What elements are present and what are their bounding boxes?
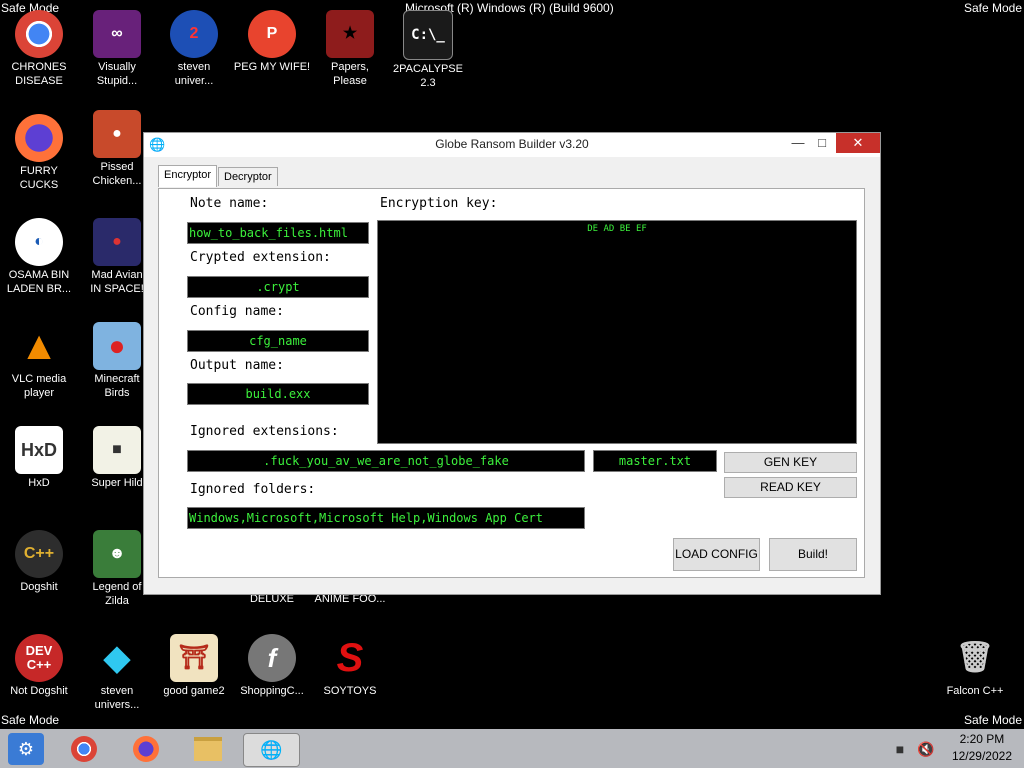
build-button[interactable]: Build!: [769, 538, 857, 571]
terminal-icon: C:\_: [403, 10, 453, 60]
note-name-label: Note name:: [190, 196, 269, 211]
desktop-icon-label: PEG MY WIFE!: [233, 61, 311, 73]
master-file-input[interactable]: master.txt: [593, 450, 717, 472]
safe-mode-bottom-right: Safe Mode: [963, 713, 1022, 727]
game-icon: ■: [93, 426, 141, 474]
crypted-extension-input[interactable]: .crypt: [187, 276, 369, 298]
clock-time: 2:20 PM: [959, 732, 1005, 746]
tab-encryptor[interactable]: Encryptor: [158, 165, 218, 187]
desktop-icon-peg-my-wife[interactable]: P PEG MY WIFE!: [233, 10, 311, 74]
desktop-icon-label: CHRONES DISEASE: [11, 61, 67, 87]
desktop-icon-good-game2[interactable]: ⛩ good game2: [155, 634, 233, 698]
taskbar-globe-builder-icon[interactable]: 🌐: [243, 733, 300, 767]
desktop-icon-label: Visually Stupid...: [96, 61, 138, 87]
desktop-icon-steven-univers[interactable]: ◆ steven univers...: [78, 634, 156, 712]
ignored-folders-label: Ignored folders:: [190, 482, 316, 497]
desktop-icon-label: HxD: [28, 477, 50, 489]
recycle-bin-icon: 🗑: [955, 641, 995, 674]
taskbar-chrome-icon[interactable]: [66, 733, 102, 765]
angry-birds-icon: ●: [93, 322, 141, 370]
desktop-icon-label: Papers, Please: [331, 61, 369, 87]
ignored-extensions-label: Ignored extensions:: [190, 424, 339, 439]
angry-birds-space-icon: ●: [93, 218, 141, 266]
maximize-button[interactable]: □: [808, 133, 836, 153]
desktop-icon-label: steven univer...: [174, 61, 214, 87]
crypted-extension-label: Crypted extension:: [190, 250, 331, 265]
start-button[interactable]: ⚙: [8, 733, 44, 765]
config-name-input[interactable]: cfg_name: [187, 330, 369, 352]
network-status-icon[interactable]: ■: [888, 733, 912, 765]
ignored-folders-input[interactable]: Windows,Microsoft,Microsoft Help,Windows…: [187, 507, 585, 529]
window-title: Globe Ransom Builder v3.20: [435, 137, 589, 151]
s-logo-icon: S: [336, 636, 364, 680]
desktop-icon-vlc[interactable]: ▲ VLC media player: [0, 322, 78, 400]
taskbar-clock[interactable]: 2:20 PM 12/29/2022: [952, 731, 1012, 765]
output-name-label: Output name:: [190, 358, 284, 373]
desktop-icon-visually-stupid[interactable]: ∞ Visually Stupid...: [78, 10, 156, 88]
desktop-icon-label: 2PACALYPSE 2.3: [393, 63, 463, 89]
dev-cpp-icon: DEV C++: [15, 634, 63, 682]
close-button[interactable]: ✕: [836, 133, 880, 153]
desktop-icon-label: Falcon C++: [946, 685, 1004, 697]
desktop-icon-label: SOYTOYS: [323, 685, 377, 697]
peggle-icon: P: [248, 10, 296, 58]
title-bar[interactable]: 🌐 Globe Ransom Builder v3.20 — □ ✕: [144, 133, 880, 157]
desktop-icon-falcon-cpp[interactable]: 🗑 Falcon C++: [936, 634, 1014, 698]
globe-ransom-builder-window: 🌐 Globe Ransom Builder v3.20 — □ ✕ Encry…: [143, 132, 881, 595]
encryptor-panel: Note name: how_to_back_files.html Crypte…: [158, 188, 865, 578]
desktop-icon-papers-please[interactable]: ★ Papers, Please: [311, 10, 389, 88]
taskbar: ⚙ 🌐 ■ 🔇 2:20 PM 12/29/2022: [0, 729, 1024, 768]
config-name-label: Config name:: [190, 304, 284, 319]
desktop-icon-label: ShoppingC...: [240, 685, 304, 697]
safe-mode-bottom-left: Safe Mode: [1, 713, 60, 727]
desktop-icon-label: good game2: [163, 685, 225, 697]
angry-birds-icon: ●: [93, 110, 141, 158]
read-key-button[interactable]: READ KEY: [724, 477, 857, 498]
volume-muted-icon[interactable]: 🔇: [914, 733, 938, 765]
encryption-key-label: Encryption key:: [380, 196, 498, 211]
output-name-input[interactable]: build.exx: [187, 383, 369, 405]
ignored-extensions-input[interactable]: .fuck_you_av_we_are_not_globe_fake: [187, 450, 585, 472]
encryption-key-textarea[interactable]: DE AD BE EF: [377, 220, 857, 444]
hxd-icon: HxD: [15, 426, 63, 474]
safe-mode-top-right: Safe Mode: [963, 1, 1022, 15]
desktop-icon-label: OSAMA BIN LADEN BR...: [6, 269, 72, 295]
taskbar-firefox-icon[interactable]: [128, 733, 164, 765]
desktop-icon-shopping[interactable]: f ShoppingC...: [233, 634, 311, 698]
vlc-icon: ▲: [19, 324, 59, 368]
torii-icon: ⛩: [170, 634, 218, 682]
desktop-icon-furry-cucks[interactable]: FURRY CUCKS: [0, 114, 78, 192]
obama-logo-icon: ◐: [15, 218, 63, 266]
tab-decryptor[interactable]: Decryptor: [218, 167, 278, 186]
desktop-icon-hxd[interactable]: HxD HxD: [0, 426, 78, 490]
desktop-icon-not-dogshit[interactable]: DEV C++ Not Dogshit: [0, 634, 78, 698]
diamond-icon: ◆: [103, 639, 131, 677]
desktop-icon-dogshit[interactable]: C++ Dogshit: [0, 530, 78, 594]
app-icon: 2: [170, 10, 218, 58]
flash-icon: f: [248, 634, 296, 682]
load-config-button[interactable]: LOAD CONFIG: [673, 538, 760, 571]
desktop-icon-soytoys[interactable]: S SOYTOYS: [311, 634, 389, 698]
cpp-icon: C++: [15, 530, 63, 578]
taskbar-file-explorer-icon[interactable]: [190, 733, 226, 765]
desktop-icon-label: steven univers...: [94, 685, 140, 711]
clock-date: 12/29/2022: [951, 749, 1012, 763]
note-name-input[interactable]: how_to_back_files.html: [187, 222, 369, 244]
visual-studio-icon: ∞: [93, 10, 141, 58]
chrome-icon: [15, 10, 63, 58]
desktop-icon-osama[interactable]: ◐ OSAMA BIN LADEN BR...: [0, 218, 78, 296]
desktop-icon-2pacalypse[interactable]: C:\_ 2PACALYPSE 2.3: [389, 10, 467, 90]
game-icon: ☻: [93, 530, 141, 578]
desktop-icon-label: Dogshit: [20, 581, 58, 593]
papers-please-icon: ★: [326, 10, 374, 58]
gen-key-button[interactable]: GEN KEY: [724, 452, 857, 473]
desktop-icon-label: Not Dogshit: [10, 685, 68, 697]
desktop-icon-label: VLC media player: [11, 373, 67, 399]
firefox-icon: [15, 114, 63, 162]
desktop-icon-steven-univer[interactable]: 2 steven univer...: [155, 10, 233, 88]
desktop-icon-chrones-disease[interactable]: CHRONES DISEASE: [0, 10, 78, 88]
desktop-icon-label: FURRY CUCKS: [19, 165, 59, 191]
